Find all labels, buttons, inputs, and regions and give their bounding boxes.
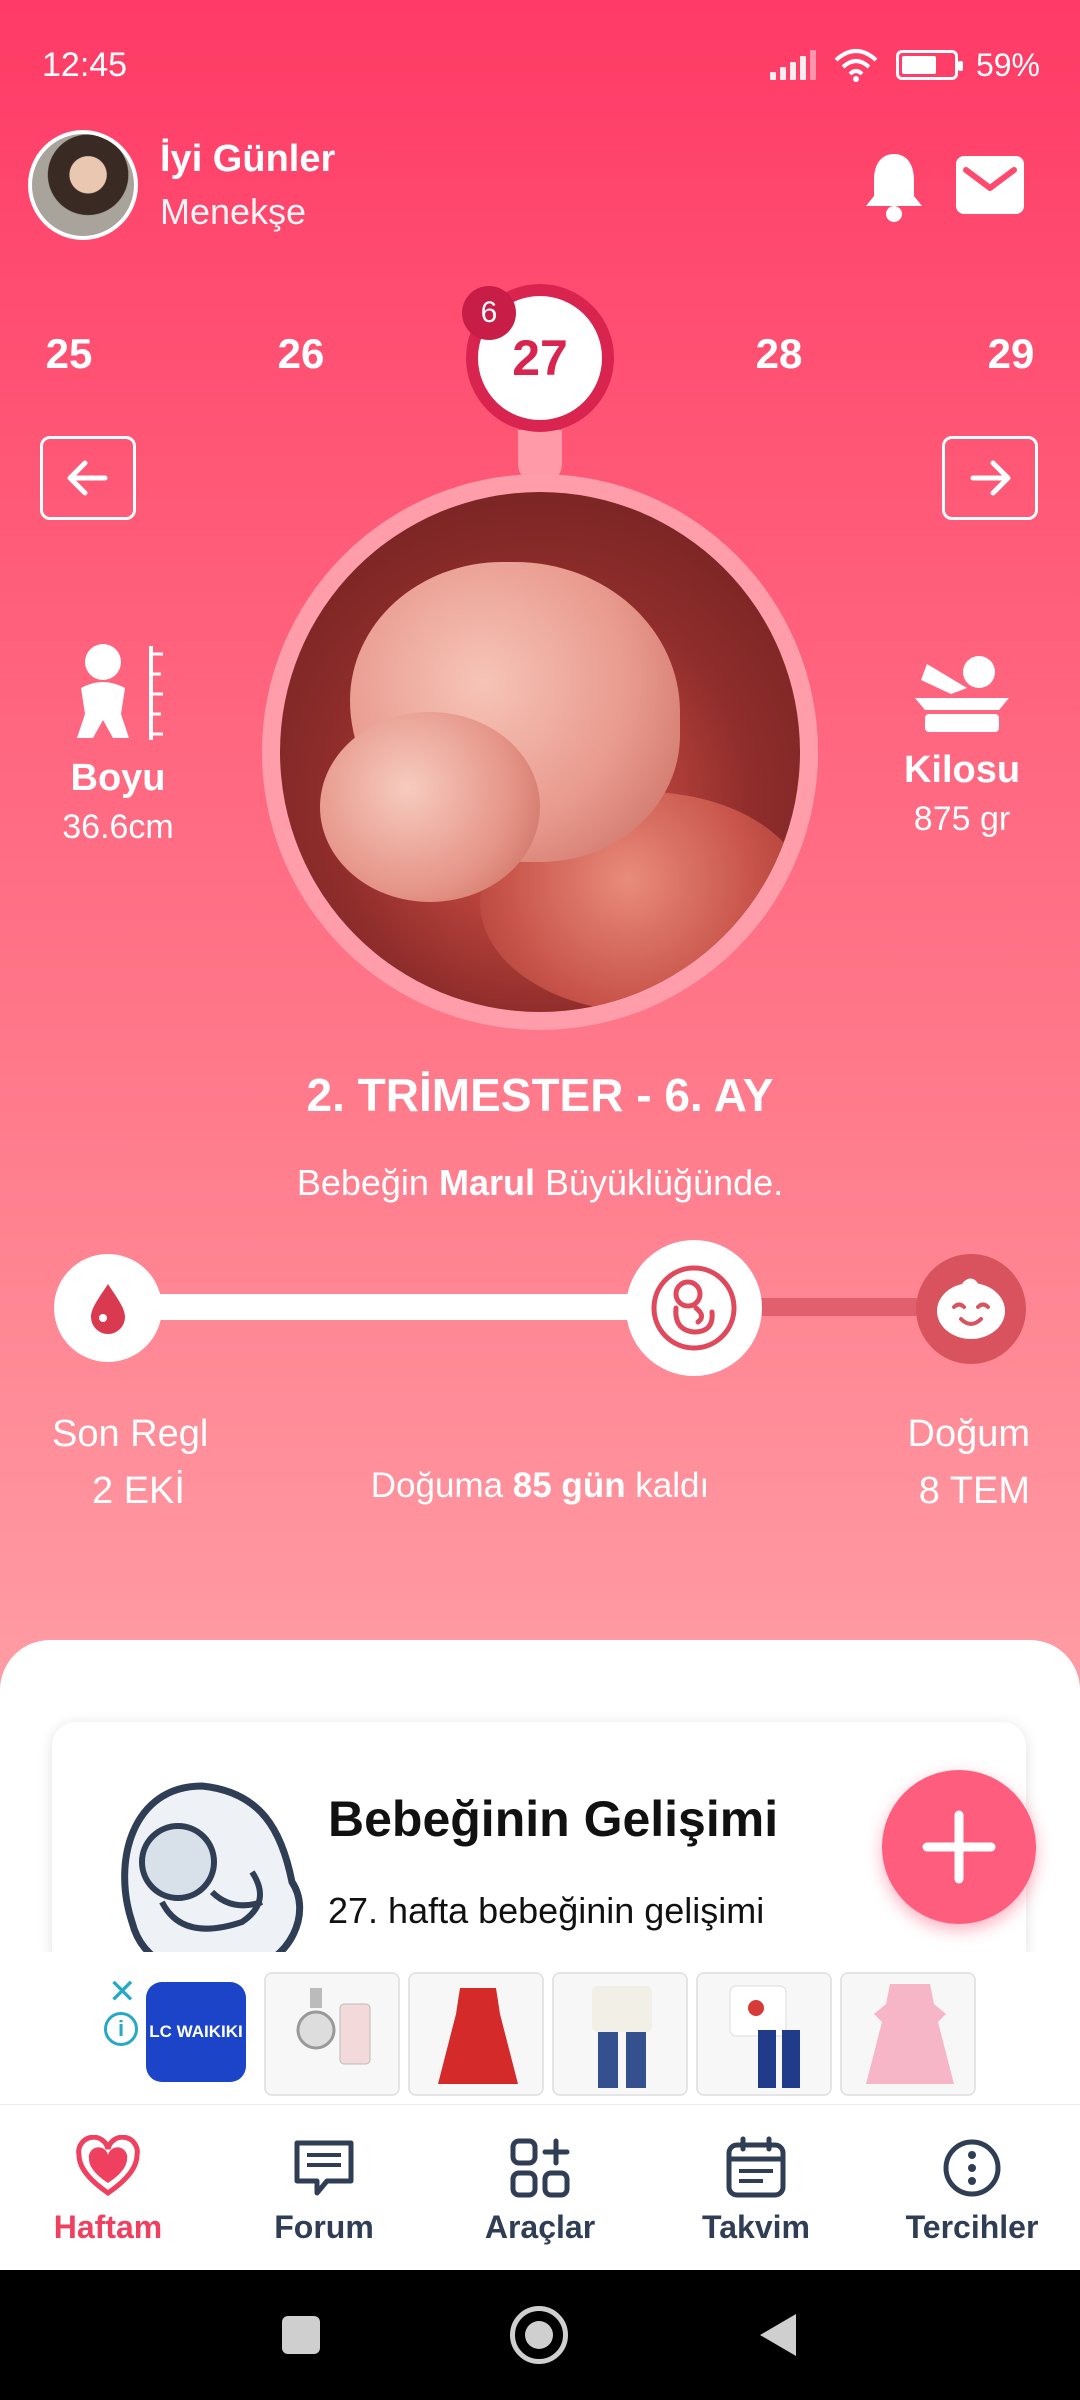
- more-vertical-icon: [943, 2139, 1001, 2197]
- baby-development-card[interactable]: Bebeğinin Gelişimi 27. hafta bebeğinin g…: [52, 1722, 1026, 1972]
- home-button[interactable]: [510, 2306, 568, 2364]
- countdown-value: 85 gün: [512, 1466, 626, 1505]
- status-bar: 12:45 59%: [42, 40, 1040, 90]
- card-subtitle: 27. hafta bebeğinin gelişimi: [328, 1890, 765, 1931]
- length-label: Boyu: [70, 757, 166, 799]
- week-28[interactable]: 28: [734, 330, 824, 378]
- nav-haftam[interactable]: Haftam: [0, 2105, 216, 2270]
- trimester-title: 2. TRİMESTER - 6. AY: [306, 1069, 774, 1121]
- weight-label: Kilosu: [903, 749, 1021, 791]
- fetus-image[interactable]: [280, 492, 800, 1012]
- nav-forum[interactable]: Forum: [216, 2105, 432, 2270]
- battery-icon: [895, 50, 963, 80]
- month-badge: 6: [462, 286, 516, 340]
- week-25[interactable]: 25: [24, 330, 114, 378]
- ad-product-baby-set[interactable]: [696, 1972, 832, 2096]
- nav-label-takvim: Takvim: [702, 2209, 810, 2245]
- nav-label-forum: Forum: [274, 2209, 374, 2245]
- bottom-navigation: Haftam Forum Araçlar Takvim Tercihler: [0, 2104, 1080, 2270]
- battery-percent: 59%: [975, 46, 1040, 83]
- user-name: Menekşe: [160, 191, 307, 232]
- week-26[interactable]: 26: [256, 330, 346, 378]
- ad-close-icon[interactable]: ✕: [108, 1972, 137, 2012]
- baby-face-icon: [937, 1278, 1005, 1339]
- baby-height-icon: [77, 644, 163, 740]
- heart-icon: [76, 2135, 140, 2197]
- ad-info-icon[interactable]: i: [104, 2012, 138, 2046]
- ad-brand-logo[interactable]: LC WAIKIKI: [146, 1982, 246, 2082]
- status-time: 12:45: [42, 45, 128, 84]
- nav-label-araclar: Araçlar: [484, 2209, 596, 2245]
- calendar-icon: [726, 2136, 786, 2198]
- ad-banner[interactable]: ✕ i LC WAIKIKI: [0, 1952, 1080, 2104]
- signal-icon: [769, 50, 816, 80]
- arrow-left-icon: [67, 460, 108, 496]
- end-label: Doğum: [907, 1413, 1031, 1455]
- size-fruit: Marul: [438, 1162, 535, 1203]
- ad-product-pink-dress[interactable]: [840, 1972, 976, 2096]
- greeting-text: İyi Günler: [160, 138, 336, 180]
- card-title: Bebeğinin Gelişimi: [328, 1791, 779, 1847]
- greeting-block: İyi Günler Menekşe: [160, 138, 335, 233]
- arrow-right-icon: [970, 460, 1011, 496]
- nav-araclar[interactable]: Araçlar: [432, 2105, 648, 2270]
- nav-tercihler[interactable]: Tercihler: [864, 2105, 1080, 2270]
- birth-marker: [916, 1254, 1026, 1364]
- fetus-outline-icon: [121, 1782, 304, 1972]
- next-week-button[interactable]: [942, 436, 1038, 520]
- prev-week-button[interactable]: [40, 436, 136, 520]
- nav-label-haftam: Haftam: [53, 2209, 163, 2245]
- fetus-icon: [651, 1265, 737, 1351]
- current-progress-marker: [626, 1240, 762, 1376]
- countdown-text: Doğuma 85 gün kaldı: [370, 1466, 710, 1505]
- add-button[interactable]: [882, 1770, 1036, 1924]
- start-label: Son Regl: [52, 1413, 209, 1455]
- length-value: 36.6cm: [62, 808, 174, 846]
- ad-product-watch[interactable]: [264, 1972, 400, 2096]
- mail-icon[interactable]: [956, 156, 1024, 214]
- end-date-block: Doğum 8 TEM: [870, 1406, 1031, 1520]
- bell-icon[interactable]: [862, 150, 926, 224]
- back-button[interactable]: [756, 2310, 800, 2360]
- baby-scale-icon: [915, 656, 1009, 732]
- recent-apps-button[interactable]: [282, 2316, 320, 2354]
- progress-track-completed: [100, 1294, 700, 1320]
- ad-product-red-dress[interactable]: [408, 1972, 544, 2096]
- wifi-icon: [834, 49, 878, 82]
- chat-icon: [294, 2140, 354, 2196]
- week-29[interactable]: 29: [966, 330, 1056, 378]
- avatar[interactable]: [28, 130, 138, 240]
- length-stat: Boyu 36.6cm: [8, 640, 228, 847]
- nav-takvim[interactable]: Takvim: [648, 2105, 864, 2270]
- ad-product-kids-outfit[interactable]: [552, 1972, 688, 2096]
- last-period-marker: [54, 1254, 162, 1362]
- plus-icon: [922, 1810, 996, 1884]
- weight-value: 875 gr: [913, 800, 1011, 838]
- end-date: 8 TEM: [918, 1470, 1030, 1512]
- size-comparison: Bebeğin Marul Büyüklüğünde.: [296, 1162, 784, 1203]
- start-date-block: Son Regl 2 EKİ: [52, 1406, 232, 1520]
- system-navigation-bar: [0, 2270, 1080, 2400]
- weight-stat: Kilosu 875 gr: [852, 644, 1072, 839]
- start-date: 2 EKİ: [92, 1470, 185, 1512]
- hero-section: 12:45 59% İyi Günler Menekşe 25 26 28 29…: [0, 0, 1080, 1700]
- tools-grid-icon: [510, 2138, 570, 2198]
- nav-label-tercihler: Tercihler: [905, 2209, 1039, 2245]
- blood-drop-icon: [91, 1284, 125, 1334]
